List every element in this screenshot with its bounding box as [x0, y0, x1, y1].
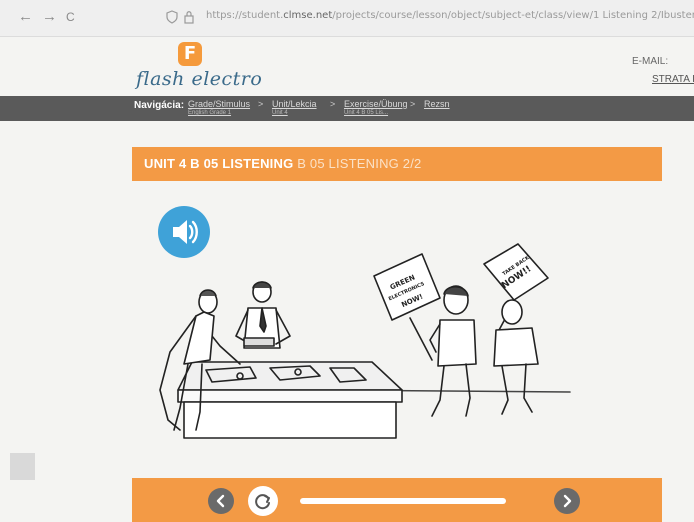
shield-icon [166, 10, 178, 24]
prev-button[interactable] [208, 488, 234, 514]
lock-icon [184, 11, 194, 24]
reload-icon[interactable]: C [66, 10, 75, 24]
url-domain: clmse.net [283, 10, 333, 21]
breadcrumb-separator: > [258, 99, 264, 109]
breadcrumb-label: Unit/Lekcia [272, 99, 317, 109]
back-icon[interactable]: ← [18, 8, 33, 25]
next-button[interactable] [554, 488, 580, 514]
forward-icon[interactable]: → [42, 8, 57, 25]
logo-mark: F [178, 42, 202, 66]
breadcrumb-label: Grade/Stimulus [188, 99, 251, 109]
url-path: /projects/course/lesson/object/subject-e… [332, 10, 694, 21]
audio-progress-bar[interactable] [300, 498, 506, 504]
replay-icon [255, 494, 270, 510]
breadcrumb-label: Rezsn [424, 99, 450, 109]
listening-illustration: GREEN ELECTRONICS NOW! TAKE BACK NOW!! [159, 243, 571, 439]
breadcrumb-item[interactable]: Unit/Lekcia Unit 4 [272, 99, 317, 116]
chevron-left-icon [216, 494, 225, 508]
chevron-right-icon [563, 494, 572, 508]
player-controls [132, 478, 662, 522]
breadcrumb-sublabel: Unit 4 [272, 110, 288, 116]
breadcrumb-label: Exercise/Übung [344, 99, 408, 109]
unit-title-text: UNIT 4 B 05 LISTENING [144, 156, 294, 171]
unit-title: UNIT 4 B 05 LISTENING B 05 LISTENING 2/2 [144, 156, 421, 171]
email-label: E-MAIL: [632, 56, 669, 67]
logo-text: flash electro [136, 68, 263, 90]
breadcrumb: Navigácia: Grade/Stimulus English Grade … [0, 96, 694, 121]
replay-button[interactable] [248, 486, 278, 516]
breadcrumb-item[interactable]: Rezsn [424, 99, 450, 109]
unit-header: UNIT 4 B 05 LISTENING B 05 LISTENING 2/2 [132, 147, 662, 181]
breadcrumb-title: Navigácia: [134, 100, 185, 111]
address-bar[interactable]: https://student.clmse.net/projects/cours… [206, 10, 694, 26]
site-logo[interactable]: F flash electro [134, 42, 274, 92]
url-prefix: https://student. [206, 10, 284, 21]
unit-subtitle: B 05 LISTENING 2/2 [297, 156, 422, 171]
breadcrumb-sublabel: Unit 4 B 05 Lis... [344, 110, 389, 116]
strata-link[interactable]: STRATA H [652, 74, 694, 85]
breadcrumb-separator: > [410, 99, 416, 109]
breadcrumb-item[interactable]: Exercise/Übung Unit 4 B 05 Lis... [344, 99, 408, 116]
browser-toolbar: ← → C https://student.clmse.net/projects… [0, 0, 694, 37]
breadcrumb-sublabel: English Grade 1 [188, 110, 232, 116]
side-widget[interactable] [10, 453, 35, 480]
breadcrumb-separator: > [330, 99, 336, 109]
breadcrumb-item[interactable]: Grade/Stimulus English Grade 1 [188, 99, 250, 116]
